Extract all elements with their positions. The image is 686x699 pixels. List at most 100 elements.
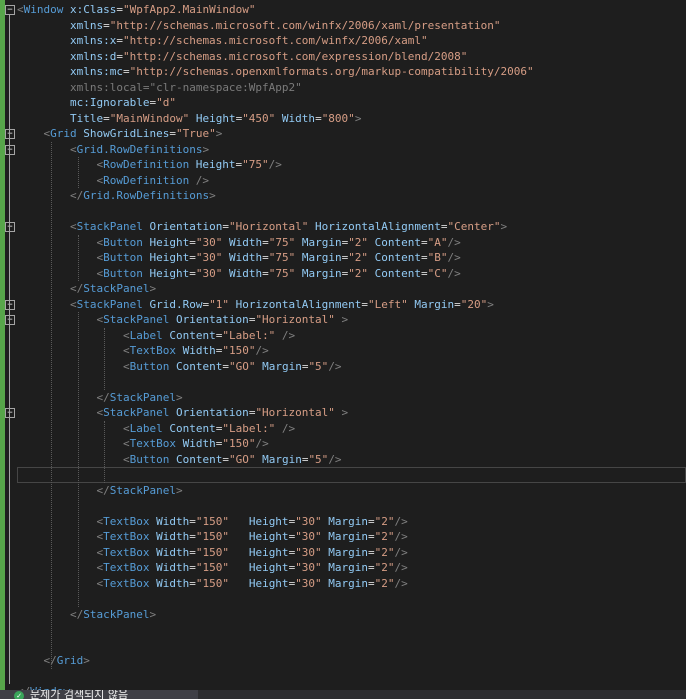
code-token: =	[262, 251, 269, 264]
collapse-toggle-icon[interactable]: −	[5, 299, 15, 310]
code-token: >	[149, 607, 157, 621]
code-token: <	[17, 251, 104, 264]
code-token: "150"	[195, 545, 229, 559]
code-line[interactable]: <StackPanel Orientation="Horizontal" Hor…	[17, 219, 686, 235]
code-line[interactable]: <StackPanel Orientation="Horizontal" >	[17, 405, 686, 421]
code-token: "Horizontal"	[255, 313, 335, 326]
code-token: =	[315, 111, 322, 125]
code-token: Orientation	[169, 406, 249, 419]
code-line[interactable]: <Button Height="30" Width="75" Margin="2…	[17, 250, 686, 266]
collapse-toggle-icon[interactable]: −	[5, 144, 15, 155]
code-token: "WpfApp2.MainWindow"	[122, 3, 256, 16]
code-line[interactable]: xmlns="http://schemas.microsoft.com/winf…	[17, 18, 686, 34]
code-token: =	[368, 576, 375, 590]
code-line[interactable]: xmlns:mc="http://schemas.openxmlformats.…	[17, 64, 686, 80]
code-token: =	[116, 3, 123, 16]
code-line[interactable]: xmlns:local="clr-namespace:WpfApp2"	[17, 80, 686, 96]
code-token: <	[17, 452, 130, 466]
code-token: "MainWindow"	[109, 111, 190, 125]
status-tab[interactable]: ✓ 문제가 검색되지 않음	[0, 690, 198, 699]
code-line[interactable]	[17, 591, 686, 607]
code-line[interactable]	[17, 669, 686, 685]
code-token: Height	[228, 576, 289, 590]
code-token: x:Class	[63, 3, 117, 16]
collapse-toggle-icon[interactable]: −	[5, 129, 15, 139]
code-token: Width	[175, 344, 216, 357]
code-line[interactable]	[17, 622, 686, 638]
code-line[interactable]: </StackPanel>	[17, 607, 686, 623]
code-token: </	[17, 607, 84, 621]
code-line[interactable]: </StackPanel>	[17, 483, 686, 499]
code-line[interactable]: xmlns:d="http://schemas.microsoft.com/ex…	[17, 49, 686, 65]
code-token: Content	[162, 421, 216, 435]
code-line[interactable]: <StackPanel Orientation="Horizontal" >	[17, 312, 686, 328]
code-token: =	[189, 251, 196, 264]
collapse-toggle-icon[interactable]: −	[5, 315, 15, 325]
code-token: =	[189, 576, 196, 590]
code-token: =	[189, 235, 196, 249]
code-line[interactable]	[17, 498, 686, 514]
code-line[interactable]: <RowDefinition Height="75"/>	[17, 157, 686, 173]
code-line[interactable]: Title="MainWindow" Height="450" Width="8…	[17, 111, 686, 127]
code-token: "5"	[308, 452, 329, 466]
code-token: =	[222, 220, 229, 233]
code-line[interactable]: <Button Content="GO" Margin="5"/>	[17, 359, 686, 375]
code-line[interactable]: <StackPanel Grid.Row = "1" HorizontalAlign…	[17, 297, 686, 313]
code-token: xmlns:d	[17, 49, 117, 63]
code-line[interactable]	[17, 204, 686, 220]
code-line[interactable]: <TextBox Width="150" Height="30" Margin=…	[17, 529, 686, 545]
code-token: =	[116, 49, 123, 63]
code-token: =	[103, 111, 110, 125]
code-token: "800"	[321, 111, 355, 125]
code-token: =	[368, 514, 375, 528]
code-token: >	[175, 390, 183, 404]
code-token: "30"	[195, 266, 223, 280]
code-token: =	[169, 127, 176, 140]
code-token: Button	[129, 452, 170, 466]
code-token: "450"	[242, 111, 276, 125]
code-line[interactable]: <TextBox Width="150" Height="30" Margin=…	[17, 514, 686, 530]
code-token: StackPanel	[83, 282, 150, 295]
indent-guide	[77, 234, 79, 281]
collapse-toggle-icon[interactable]: −	[5, 222, 15, 232]
code-line[interactable]: xmlns:x="http://schemas.microsoft.com/wi…	[17, 33, 686, 49]
code-line[interactable]: <TextBox Width="150" Height="30" Margin=…	[17, 545, 686, 561]
code-token: "http://schemas.microsoft.com/expression…	[122, 49, 468, 63]
code-token: "Label:"	[222, 328, 276, 342]
code-line[interactable]: <Window x:Class="WpfApp2.MainWindow"	[17, 2, 686, 18]
collapse-toggle-icon[interactable]: −	[5, 5, 15, 15]
code-line[interactable]: <TextBox Width="150"/>	[17, 343, 686, 359]
code-line[interactable]	[17, 638, 686, 654]
code-line[interactable]: <TextBox Width="150" Height="30" Margin=…	[17, 576, 686, 592]
code-token: =	[116, 34, 123, 47]
code-token: >	[215, 127, 223, 140]
collapse-toggle-icon[interactable]: −	[5, 408, 15, 418]
code-line[interactable]: <RowDefinition />	[17, 173, 686, 189]
code-token: "150"	[195, 530, 229, 543]
code-line[interactable]: <Button Height="30" Width="75" Margin="2…	[17, 266, 686, 282]
code-line[interactable]: <TextBox Width="150" Height="30" Margin=…	[17, 560, 686, 576]
code-token: Height	[142, 266, 190, 280]
code-token: >	[149, 282, 157, 295]
code-line[interactable]: </Grid>	[17, 653, 686, 669]
code-token: TextBox	[103, 514, 150, 528]
code-line[interactable]: </Grid.RowDefinitions>	[17, 188, 686, 204]
code-token: =	[222, 452, 229, 466]
code-line[interactable]: mc:Ignorable="d"	[17, 95, 686, 111]
xaml-code-editor[interactable]: − − − − − − − <Window x:Class="WpfApp2.MainWin…	[0, 0, 686, 690]
code-line[interactable]: <Button Height="30" Width="75" Margin="2…	[17, 235, 686, 251]
code-line[interactable]	[17, 467, 686, 483]
code-line[interactable]	[17, 374, 686, 390]
code-line[interactable]: <Button Content="GO" Margin="5"/>	[17, 452, 686, 468]
code-line[interactable]: <Label Content="Label:" />	[17, 421, 686, 437]
code-line[interactable]: <Label Content="Label:" />	[17, 328, 686, 344]
code-line[interactable]: </StackPanel>	[17, 390, 686, 406]
code-token: Margin	[321, 576, 369, 590]
code-token: Height	[228, 561, 289, 574]
code-token: =	[421, 251, 428, 264]
code-line[interactable]: <TextBox Width="150"/>	[17, 436, 686, 452]
code-token: =	[103, 18, 110, 32]
code-line[interactable]: <Grid ShowGridLines="True">	[17, 126, 686, 142]
code-line[interactable]: </StackPanel>	[17, 281, 686, 297]
code-line[interactable]: <Grid.RowDefinitions>	[17, 142, 686, 158]
